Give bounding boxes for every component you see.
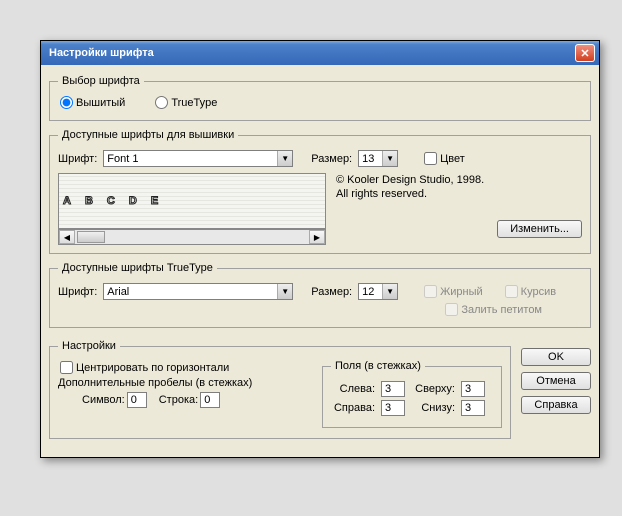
- copyright-line1: © Kooler Design Studio, 1998.: [336, 173, 582, 187]
- extra-spaces-label: Дополнительные пробелы (в стежках): [58, 377, 252, 389]
- italic-checkbox-input: [505, 285, 518, 298]
- tt-font-dropdown[interactable]: Arial ▼: [103, 283, 293, 300]
- help-button[interactable]: Справка: [521, 396, 591, 414]
- change-button[interactable]: Изменить...: [497, 220, 582, 238]
- margin-bottom-label: Снизу:: [411, 402, 455, 414]
- font-preview: A B C D E ◀ ▶: [58, 173, 326, 245]
- truetype-fonts-legend: Доступные шрифты TrueType: [58, 262, 217, 274]
- settings-group: Настройки Центрировать по горизонтали До…: [49, 340, 511, 439]
- margin-top-label: Сверху:: [411, 383, 455, 395]
- preview-glyph: D: [129, 195, 143, 207]
- preview-glyph: B: [85, 195, 99, 207]
- petit-checkbox: Залить петитом: [443, 303, 542, 316]
- preview-glyph: A: [63, 195, 77, 207]
- size-dropdown-value: 13: [359, 152, 382, 166]
- tt-font-value: Arial: [104, 285, 277, 299]
- size-label: Размер:: [311, 153, 352, 165]
- margin-top-input[interactable]: 3: [461, 381, 485, 397]
- line-input[interactable]: 0: [200, 392, 220, 408]
- font-choice-group: Выбор шрифта Вышитый TrueType: [49, 75, 591, 121]
- radio-truetype-input[interactable]: [155, 96, 168, 109]
- symbol-label: Символ:: [82, 394, 125, 406]
- line-label: Строка:: [159, 394, 198, 406]
- scroll-left-icon[interactable]: ◀: [59, 230, 75, 244]
- margins-legend: Поля (в стежках): [331, 360, 425, 372]
- chevron-down-icon[interactable]: ▼: [277, 284, 292, 299]
- color-checkbox-input[interactable]: [424, 152, 437, 165]
- margin-left-input[interactable]: 3: [381, 381, 405, 397]
- center-h-checkbox[interactable]: Центрировать по горизонтали: [58, 361, 229, 374]
- scroll-thumb[interactable]: [77, 231, 105, 243]
- tt-size-value: 12: [359, 285, 382, 299]
- font-dropdown-value: Font 1: [104, 152, 277, 166]
- petit-checkbox-input: [445, 303, 458, 316]
- symbol-input[interactable]: 0: [127, 392, 147, 408]
- font-settings-dialog: Настройки шрифта ✕ Выбор шрифта Вышитый …: [40, 40, 600, 458]
- stitch-fonts-legend: Доступные шрифты для вышивки: [58, 129, 238, 141]
- settings-legend: Настройки: [58, 340, 120, 352]
- close-button[interactable]: ✕: [575, 44, 595, 62]
- dialog-buttons: OK Отмена Справка: [521, 348, 591, 447]
- chevron-down-icon[interactable]: ▼: [277, 151, 292, 166]
- tt-size-label: Размер:: [311, 286, 352, 298]
- bold-checkbox: Жирный: [422, 285, 483, 298]
- radio-stitched[interactable]: Вышитый: [58, 96, 125, 109]
- cancel-button[interactable]: Отмена: [521, 372, 591, 390]
- preview-scrollbar[interactable]: ◀ ▶: [58, 229, 326, 245]
- margin-bottom-input[interactable]: 3: [461, 400, 485, 416]
- bold-checkbox-input: [424, 285, 437, 298]
- chevron-down-icon[interactable]: ▼: [382, 151, 397, 166]
- margin-right-input[interactable]: 3: [381, 400, 405, 416]
- font-choice-legend: Выбор шрифта: [58, 75, 144, 87]
- close-icon: ✕: [580, 47, 589, 60]
- font-label: Шрифт:: [58, 153, 97, 165]
- stitch-fonts-group: Доступные шрифты для вышивки Шрифт: Font…: [49, 129, 591, 254]
- titlebar[interactable]: Настройки шрифта ✕: [41, 41, 599, 65]
- tt-size-dropdown[interactable]: 12 ▼: [358, 283, 398, 300]
- center-h-input[interactable]: [60, 361, 73, 374]
- truetype-fonts-group: Доступные шрифты TrueType Шрифт: Arial ▼…: [49, 262, 591, 328]
- size-dropdown[interactable]: 13 ▼: [358, 150, 398, 167]
- color-checkbox[interactable]: Цвет: [422, 152, 465, 165]
- radio-stitched-input[interactable]: [60, 96, 73, 109]
- margin-left-label: Слева:: [331, 383, 375, 395]
- ok-button[interactable]: OK: [521, 348, 591, 366]
- preview-glyph: C: [107, 195, 121, 207]
- copyright-line2: All rights reserved.: [336, 187, 582, 201]
- preview-glyph: E: [151, 195, 164, 207]
- chevron-down-icon[interactable]: ▼: [382, 284, 397, 299]
- margins-group: Поля (в стежках) Слева: 3 Сверху: 3 Спра…: [322, 360, 502, 428]
- radio-truetype[interactable]: TrueType: [153, 96, 217, 109]
- margin-right-label: Справа:: [331, 402, 375, 414]
- scroll-right-icon[interactable]: ▶: [309, 230, 325, 244]
- italic-checkbox: Курсив: [503, 285, 556, 298]
- tt-font-label: Шрифт:: [58, 286, 97, 298]
- window-title: Настройки шрифта: [49, 47, 154, 59]
- font-dropdown[interactable]: Font 1 ▼: [103, 150, 293, 167]
